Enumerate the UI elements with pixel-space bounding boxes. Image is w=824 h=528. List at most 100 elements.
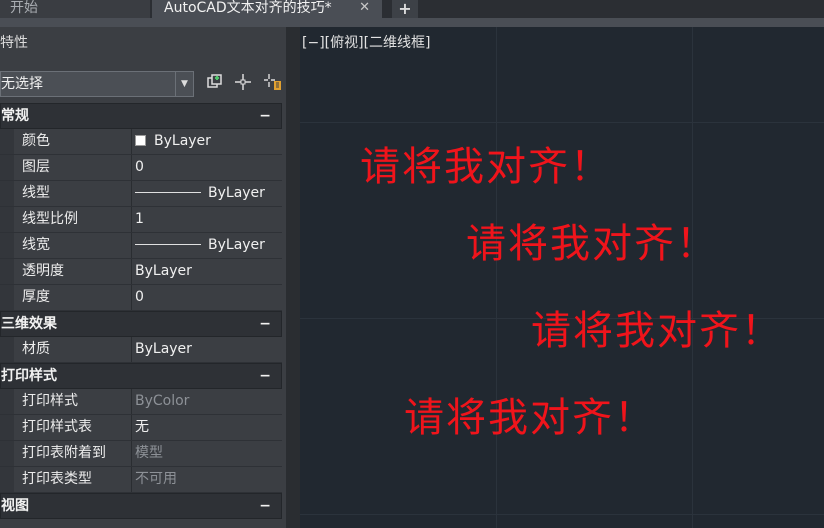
property-value-text: 无 xyxy=(135,419,149,435)
column-divider xyxy=(131,181,132,206)
mtext-object[interactable]: 请将我对齐！ xyxy=(360,144,612,190)
document-tab-bar: 开始 AutoCAD文本对齐的技巧* ✕ + xyxy=(0,0,824,18)
property-row[interactable]: 图层 0 xyxy=(0,155,282,181)
collapse-icon[interactable]: − xyxy=(259,312,271,336)
property-row[interactable]: 打印表类型 不可用 xyxy=(0,467,282,493)
section-header[interactable]: 常规 − xyxy=(0,103,282,129)
section-title: 打印样式 xyxy=(1,368,57,384)
property-value-text: ByColor xyxy=(135,393,190,409)
section-header[interactable]: 视图 − xyxy=(0,493,282,519)
viewport-controls[interactable]: [−][俯视][二维线框] xyxy=(302,32,431,52)
property-label: 材质 xyxy=(22,341,50,357)
mtext-object[interactable]: 请将我对齐！ xyxy=(466,221,718,267)
column-divider xyxy=(131,155,132,180)
property-value-text: ByLayer xyxy=(135,341,192,357)
row-gutter xyxy=(0,389,14,414)
property-value-text: 0 xyxy=(135,159,144,175)
property-row[interactable]: 材质 ByLayer xyxy=(0,337,282,363)
toggle-pickadd-icon[interactable] xyxy=(262,73,284,95)
property-value[interactable]: ByLayer xyxy=(135,259,192,284)
property-label: 颜色 xyxy=(22,133,50,149)
close-icon[interactable]: ✕ xyxy=(359,0,370,16)
tab-start-label: 开始 xyxy=(10,0,38,16)
quick-select-icon[interactable] xyxy=(204,73,226,95)
property-value[interactable]: 1 xyxy=(135,207,144,232)
color-swatch-icon xyxy=(135,135,146,146)
select-objects-icon[interactable] xyxy=(232,73,254,95)
grid-line xyxy=(300,122,824,123)
section-header[interactable]: 打印样式 − xyxy=(0,363,282,389)
property-value[interactable]: 无 xyxy=(135,415,149,440)
palette-title: 特性 xyxy=(0,35,28,51)
property-value[interactable]: ByLayer xyxy=(135,129,211,154)
collapse-icon[interactable]: − xyxy=(259,494,271,518)
property-row[interactable]: 厚度 0 xyxy=(0,285,282,311)
mtext-object[interactable]: 请将我对齐！ xyxy=(404,395,656,441)
section-title: 常规 xyxy=(1,108,29,124)
tab-start[interactable]: 开始 xyxy=(0,0,150,18)
selection-dropdown[interactable]: 无选择 ▼ xyxy=(0,71,194,97)
collapse-icon[interactable]: − xyxy=(259,364,271,388)
grid-line xyxy=(300,514,824,515)
property-value[interactable]: ByLayer xyxy=(135,233,265,258)
column-divider xyxy=(131,467,132,492)
property-value-text: ByLayer xyxy=(135,263,192,279)
property-label: 打印样式 xyxy=(22,393,78,409)
row-gutter xyxy=(0,441,14,466)
row-gutter xyxy=(0,467,14,492)
property-label: 打印表附着到 xyxy=(22,445,106,461)
chevron-down-icon[interactable]: ▼ xyxy=(175,72,193,96)
property-row[interactable]: 线型比例 1 xyxy=(0,207,282,233)
mtext-object[interactable]: 请将我对齐！ xyxy=(531,308,783,354)
column-divider xyxy=(131,233,132,258)
row-gutter xyxy=(0,207,14,232)
property-label: 线宽 xyxy=(22,237,50,253)
property-row[interactable]: 颜色 ByLayer xyxy=(0,129,282,155)
column-divider xyxy=(131,285,132,310)
property-row[interactable]: 打印样式 ByColor xyxy=(0,389,282,415)
property-label: 图层 xyxy=(22,159,50,175)
column-divider xyxy=(131,259,132,284)
property-value: ByColor xyxy=(135,389,189,414)
row-gutter xyxy=(0,181,14,206)
property-label: 线型 xyxy=(22,185,50,201)
property-value-text: 0 xyxy=(135,289,144,305)
property-row[interactable]: 透明度 ByLayer xyxy=(0,259,282,285)
property-value: 模型 xyxy=(135,441,163,466)
property-value[interactable]: 0 xyxy=(135,155,144,180)
new-tab-button[interactable]: + xyxy=(392,0,418,18)
property-row[interactable]: 打印样式表 无 xyxy=(0,415,282,441)
tab-document[interactable]: AutoCAD文本对齐的技巧* ✕ xyxy=(152,0,382,18)
row-gutter xyxy=(0,155,14,180)
property-label: 透明度 xyxy=(22,263,64,279)
row-gutter xyxy=(0,129,14,154)
row-gutter xyxy=(0,233,14,258)
property-row[interactable]: 线宽 ByLayer xyxy=(0,233,282,259)
property-row[interactable]: 打印表附着到 模型 xyxy=(0,441,282,467)
property-label: 打印表类型 xyxy=(22,471,92,487)
selection-value: 无选择 xyxy=(1,76,43,92)
property-value: 不可用 xyxy=(135,467,177,492)
column-divider xyxy=(131,389,132,414)
column-divider xyxy=(131,207,132,232)
property-value[interactable]: ByLayer xyxy=(135,181,265,206)
collapse-icon[interactable]: − xyxy=(259,104,271,128)
property-label: 线型比例 xyxy=(22,211,78,227)
row-gutter xyxy=(0,337,14,362)
tab-bar-underline xyxy=(0,18,824,27)
property-value[interactable]: 0 xyxy=(135,285,144,310)
drawing-area[interactable]: [−][俯视][二维线框] 请将我对齐！ 请将我对齐！ 请将我对齐！ 请将我对齐… xyxy=(300,27,824,528)
grid-line xyxy=(692,27,693,528)
property-value-text: 模型 xyxy=(135,445,163,461)
column-divider xyxy=(131,129,132,154)
row-gutter xyxy=(0,415,14,440)
grid-line xyxy=(496,27,497,528)
property-row[interactable]: 线型 ByLayer xyxy=(0,181,282,207)
property-value[interactable]: ByLayer xyxy=(135,337,192,362)
property-value-text: 1 xyxy=(135,211,144,227)
property-value-text: ByLayer xyxy=(208,237,265,253)
line-sample-icon xyxy=(135,192,201,193)
row-gutter xyxy=(0,285,14,310)
section-title: 三维效果 xyxy=(1,316,57,332)
section-header[interactable]: 三维效果 − xyxy=(0,311,282,337)
